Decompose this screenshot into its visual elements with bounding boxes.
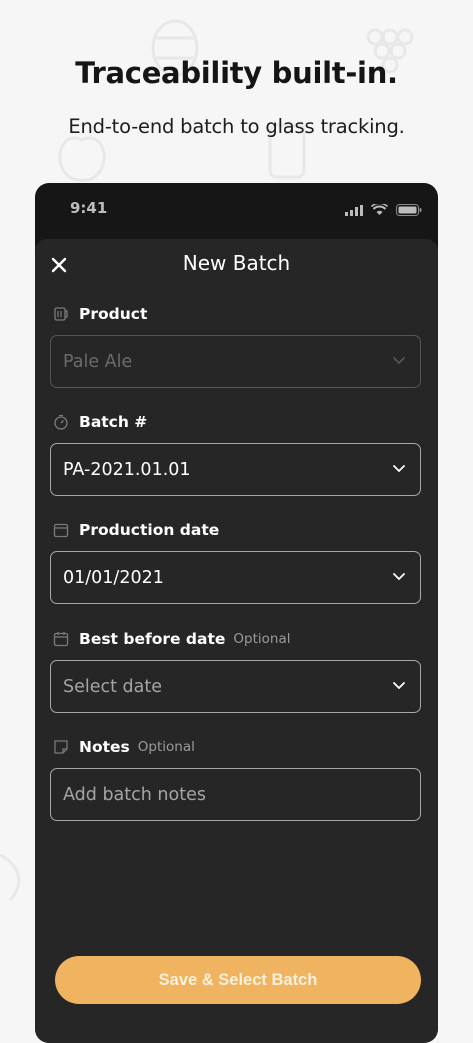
chevron-down-icon xyxy=(393,573,405,581)
chevron-down-icon xyxy=(393,682,405,690)
best-before-label: Best before date Optional xyxy=(53,629,290,649)
production-date-label-text: Production date xyxy=(79,521,220,539)
notes-label: Notes Optional xyxy=(53,737,195,757)
batch-select[interactable]: PA-2021.01.01 xyxy=(50,443,421,496)
save-select-batch-button[interactable]: Save & Select Batch xyxy=(55,956,421,1004)
save-button-label: Save & Select Batch xyxy=(158,970,318,989)
subheadline: End-to-end batch to glass tracking. xyxy=(68,115,405,138)
notes-placeholder: Add batch notes xyxy=(63,784,206,805)
phone-frame: 9:41 New Batch Product Pale Ale Batch # … xyxy=(35,183,438,1043)
sheet-title: New Batch xyxy=(182,251,291,275)
headline: Traceability built-in. xyxy=(75,56,398,90)
pear-icon xyxy=(0,853,21,902)
optional-tag: Optional xyxy=(137,739,195,755)
product-select[interactable]: Pale Ale xyxy=(50,335,421,388)
production-date-value: 01/01/2021 xyxy=(63,567,164,588)
note-icon xyxy=(54,740,68,754)
calendar-icon xyxy=(53,632,69,647)
status-icons xyxy=(344,201,422,220)
notes-input[interactable]: Add batch notes xyxy=(50,768,421,821)
new-batch-sheet: New Batch Product Pale Ale Batch # PA-20… xyxy=(35,239,438,1043)
chevron-down-icon xyxy=(393,357,405,365)
best-before-select[interactable]: Select date xyxy=(50,660,421,713)
optional-tag: Optional xyxy=(233,631,291,647)
batch-value: PA-2021.01.01 xyxy=(63,459,191,480)
keg-icon xyxy=(54,307,68,321)
timer-icon xyxy=(54,414,68,430)
notes-label-text: Notes xyxy=(79,738,130,756)
production-date-label: Production date xyxy=(53,520,219,540)
batch-label: Batch # xyxy=(53,412,147,432)
best-before-placeholder: Select date xyxy=(63,676,163,697)
wifi-icon xyxy=(370,202,388,215)
chevron-down-icon xyxy=(393,465,405,473)
product-value: Pale Ale xyxy=(63,351,133,372)
signal-icon xyxy=(344,205,363,216)
battery-icon xyxy=(396,204,422,216)
status-time: 9:41 xyxy=(70,199,108,217)
production-date-select[interactable]: 01/01/2021 xyxy=(50,551,421,604)
product-label-text: Product xyxy=(79,305,148,323)
calendar-icon xyxy=(53,523,69,538)
product-label: Product xyxy=(53,304,147,324)
best-before-label-text: Best before date xyxy=(79,630,226,648)
batch-label-text: Batch # xyxy=(79,413,148,431)
